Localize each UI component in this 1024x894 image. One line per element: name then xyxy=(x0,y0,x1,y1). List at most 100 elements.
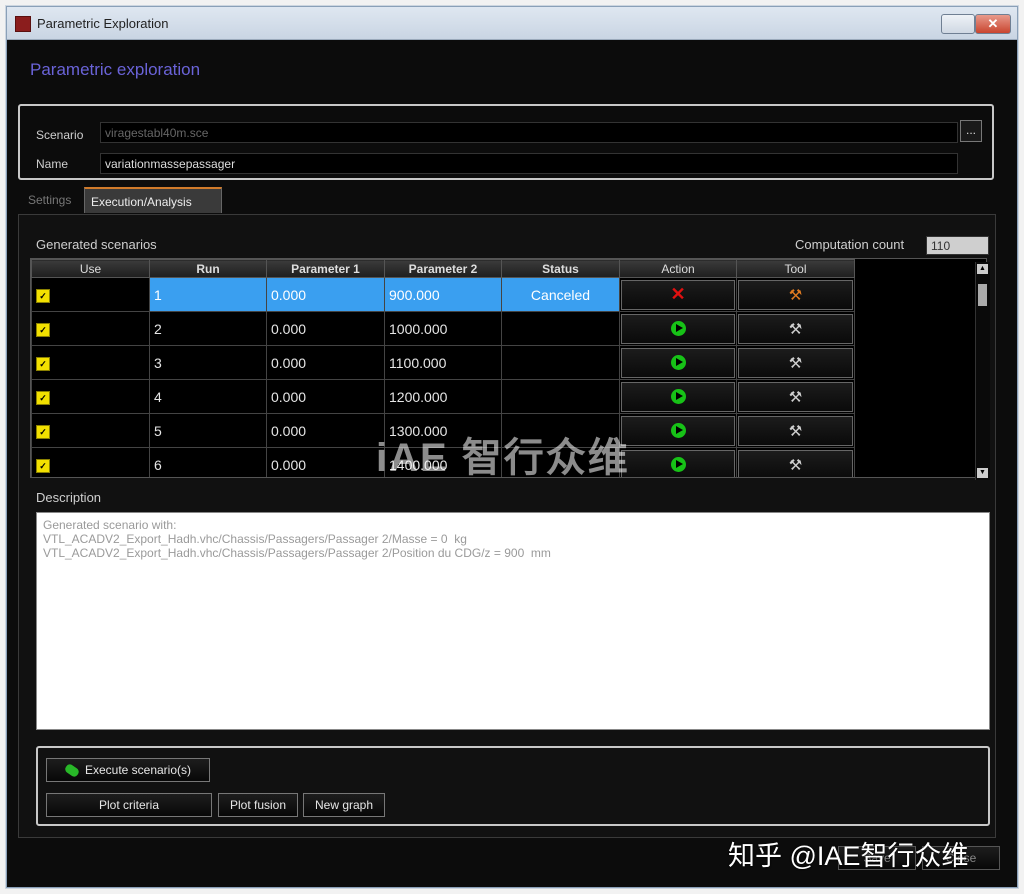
parameter-2-cell: 1000.000 xyxy=(384,311,502,346)
parameter-2-cell: 900.000 xyxy=(384,277,502,312)
scenario-field[interactable]: viragestabl40m.sce xyxy=(100,122,958,143)
plot-fusion-button[interactable]: Plot fusion xyxy=(218,793,298,817)
parameter-1-cell: 0.000 xyxy=(266,413,385,448)
parameter-1-cell: 0.000 xyxy=(266,277,385,312)
run-cell: 1 xyxy=(149,277,267,312)
cancel-run-button[interactable]: ✕ xyxy=(621,279,735,310)
help-button[interactable] xyxy=(941,14,975,34)
run-button[interactable] xyxy=(621,313,735,344)
scroll-thumb[interactable] xyxy=(978,284,987,306)
run-cell: 4 xyxy=(149,379,267,414)
tool-button[interactable]: ⚒ xyxy=(738,415,853,446)
run-button[interactable] xyxy=(621,415,735,446)
watermark: iAE 智行众维 xyxy=(376,436,630,480)
use-checkbox[interactable]: ✓ xyxy=(36,323,50,337)
use-checkbox[interactable]: ✓ xyxy=(36,459,50,473)
col-action[interactable]: Action xyxy=(619,259,737,278)
tool-cell: ⚒ xyxy=(736,447,855,477)
col-parameter-2[interactable]: Parameter 2 xyxy=(384,259,502,278)
use-cell: ✓ xyxy=(31,447,150,477)
generated-scenarios-title: Generated scenarios xyxy=(36,237,157,252)
col-run[interactable]: Run xyxy=(149,259,267,278)
action-cell xyxy=(619,311,737,346)
description-line: VTL_ACADV2_Export_Hadh.vhc/Chassis/Passa… xyxy=(43,532,467,546)
wrench-icon: ⚒ xyxy=(788,286,803,304)
table-row[interactable]: ✓ 3 0.000 1100.000 ⚒ xyxy=(31,345,855,380)
tool-cell: ⚒ xyxy=(736,345,855,380)
scroll-up-arrow-icon[interactable]: ▲ xyxy=(977,264,988,274)
table-row[interactable]: ✓ 1 0.000 900.000 Canceled ✕ ⚒ xyxy=(31,277,855,312)
description-line: VTL_ACADV2_Export_Hadh.vhc/Chassis/Passa… xyxy=(43,546,551,560)
parameter-1-cell: 0.000 xyxy=(266,345,385,380)
play-icon xyxy=(670,389,686,404)
col-use[interactable]: Use xyxy=(31,259,150,278)
status-cell xyxy=(501,311,620,346)
description-text-area[interactable]: Generated scenario with: VTL_ACADV2_Expo… xyxy=(36,512,990,730)
use-checkbox[interactable]: ✓ xyxy=(36,425,50,439)
name-label: Name xyxy=(36,157,69,171)
action-cell xyxy=(619,345,737,380)
col-status[interactable]: Status xyxy=(501,259,620,278)
page-title: Parametric exploration xyxy=(30,60,201,79)
run-cell: 5 xyxy=(149,413,267,448)
description-line: Generated scenario with: xyxy=(43,518,177,532)
plot-criteria-button[interactable]: Plot criteria xyxy=(46,793,212,817)
scroll-down-arrow-icon[interactable]: ▼ xyxy=(977,468,988,478)
use-checkbox[interactable]: ✓ xyxy=(36,289,50,303)
status-cell xyxy=(501,379,620,414)
computation-count-field[interactable]: 110 xyxy=(926,236,989,255)
new-graph-button[interactable]: New graph xyxy=(303,793,385,817)
status-cell xyxy=(501,345,620,380)
browse-button[interactable]: ... xyxy=(960,120,982,142)
run-button[interactable] xyxy=(621,381,735,412)
scenario-label: Scenario xyxy=(36,128,84,142)
table-row[interactable]: ✓ 4 0.000 1200.000 ⚒ xyxy=(31,379,855,414)
run-button[interactable] xyxy=(621,347,735,378)
tool-button[interactable]: ⚒ xyxy=(738,381,853,412)
app-icon xyxy=(15,16,31,32)
parameter-1-cell: 0.000 xyxy=(266,379,385,414)
wrench-icon: ⚒ xyxy=(788,354,803,372)
corner-watermark: 知乎 @IAE智行众维 xyxy=(728,841,969,871)
parameter-2-cell: 1200.000 xyxy=(384,379,502,414)
execute-icon xyxy=(63,762,81,779)
use-checkbox[interactable]: ✓ xyxy=(36,357,50,371)
run-cell: 6 xyxy=(149,447,267,477)
tool-button[interactable]: ⚒ xyxy=(738,347,853,378)
cancel-icon: ✕ xyxy=(670,284,686,304)
wrench-icon: ⚒ xyxy=(788,388,803,406)
tool-cell: ⚒ xyxy=(736,311,855,346)
use-cell: ✓ xyxy=(31,379,150,414)
wrench-icon: ⚒ xyxy=(788,422,803,440)
tool-button[interactable]: ⚒ xyxy=(738,279,853,310)
action-cell xyxy=(619,379,737,414)
tool-button[interactable]: ⚒ xyxy=(738,313,853,344)
table-row[interactable]: ✓ 2 0.000 1000.000 ⚒ xyxy=(31,311,855,346)
parameter-1-cell: 0.000 xyxy=(266,447,385,477)
window-title: Parametric Exploration xyxy=(37,16,169,31)
play-icon xyxy=(670,321,686,336)
tool-cell: ⚒ xyxy=(736,277,855,312)
close-window-button[interactable]: ✕ xyxy=(975,14,1011,34)
run-cell: 3 xyxy=(149,345,267,380)
play-icon xyxy=(670,355,686,370)
table-header-row: Use Run Parameter 1 Parameter 2 Status A… xyxy=(31,259,855,278)
action-cell xyxy=(619,447,737,477)
use-checkbox[interactable]: ✓ xyxy=(36,391,50,405)
use-cell: ✓ xyxy=(31,311,150,346)
name-field[interactable]: variationmassepassager xyxy=(100,153,958,174)
play-icon xyxy=(670,457,686,472)
execute-scenarios-button[interactable]: Execute scenario(s) xyxy=(46,758,210,782)
table-scrollbar[interactable]: ▲ ▼ xyxy=(975,262,990,480)
computation-count-label: Computation count xyxy=(795,237,905,252)
tab-settings[interactable]: Settings xyxy=(22,187,82,213)
tool-button[interactable]: ⚒ xyxy=(738,449,853,477)
play-icon xyxy=(670,423,686,438)
parameter-2-cell: 1100.000 xyxy=(384,345,502,380)
col-parameter-1[interactable]: Parameter 1 xyxy=(266,259,385,278)
wrench-icon: ⚒ xyxy=(788,320,803,338)
run-button[interactable] xyxy=(621,449,735,477)
run-cell: 2 xyxy=(149,311,267,346)
tab-execution-analysis[interactable]: Execution/Analysis xyxy=(84,187,222,213)
col-tool[interactable]: Tool xyxy=(736,259,855,278)
